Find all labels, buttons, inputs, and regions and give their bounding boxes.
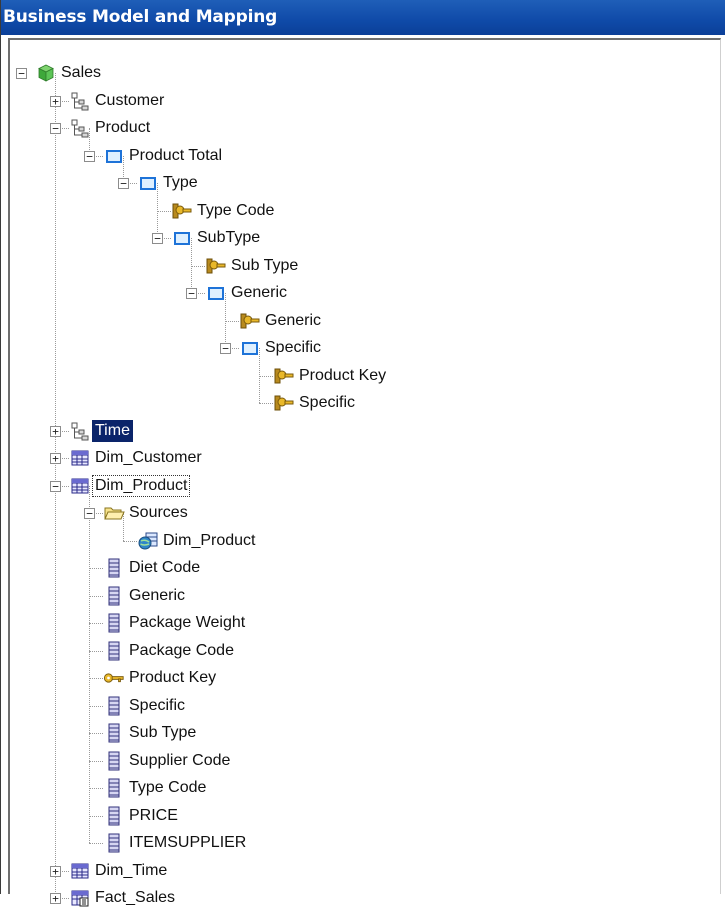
level-key-icon — [273, 392, 295, 414]
level-icon — [205, 282, 227, 304]
expand-toggle-icon[interactable]: + — [50, 865, 61, 877]
logical-table-source-icon — [137, 530, 159, 552]
business-model-window: Business Model and Mapping − Sales + Custom… — [0, 0, 725, 907]
tree-connector-line — [157, 210, 171, 212]
tree-node-label[interactable]: Specific — [126, 695, 188, 717]
expand-toggle-icon[interactable]: + — [50, 893, 61, 904]
tree-connector-line — [89, 623, 103, 624]
collapse-toggle-icon[interactable]: − — [50, 123, 61, 134]
logical-column-icon — [103, 695, 125, 717]
tree-node-label[interactable]: Product Key — [296, 365, 389, 387]
tree-node-label[interactable]: Type — [160, 172, 201, 194]
tree-node-label[interactable]: PRICE — [126, 805, 181, 827]
tree-connector-line — [89, 568, 103, 569]
collapse-toggle-icon[interactable]: − — [118, 178, 129, 189]
dimension-hierarchy-icon — [69, 420, 91, 442]
level-key-icon — [171, 200, 193, 222]
level-key-icon — [273, 365, 295, 387]
tree-connector-line — [89, 650, 103, 652]
tree-node-label[interactable]: Specific — [262, 337, 324, 359]
tree-connector-line — [259, 375, 273, 377]
logical-column-icon — [103, 805, 125, 827]
key-column-icon — [103, 667, 125, 689]
tree-connector-line — [123, 540, 137, 542]
dimension-hierarchy-icon — [69, 90, 91, 112]
tree-node-label[interactable]: Type Code — [194, 200, 277, 222]
tree-connector-line — [89, 705, 103, 707]
tree-node-label[interactable]: Specific — [296, 392, 358, 414]
collapse-toggle-icon[interactable]: − — [50, 480, 61, 492]
tree-connector-line — [89, 485, 90, 843]
level-icon — [103, 145, 125, 167]
collapse-toggle-icon[interactable]: − — [186, 288, 197, 299]
tree-node-label[interactable]: Sales — [58, 62, 104, 84]
tree-connector-line — [191, 265, 205, 267]
tree-node-label[interactable]: ITEMSUPPLIER — [126, 832, 249, 854]
tree-node-label[interactable]: Time — [92, 419, 133, 442]
tree-node-label[interactable]: Sources — [126, 502, 191, 524]
logical-column-icon — [103, 557, 125, 579]
folder-open-icon — [103, 502, 125, 524]
tree-node-label[interactable]: Package Code — [126, 640, 237, 662]
expand-toggle-icon[interactable]: + — [50, 95, 61, 107]
tree-node-label[interactable]: Type Code — [126, 777, 209, 799]
collapse-toggle-icon[interactable]: − — [152, 233, 163, 244]
tree-node-label[interactable]: Product Key — [126, 667, 219, 689]
tree-connector-line — [89, 815, 103, 817]
logical-column-icon — [103, 832, 125, 854]
logical-column-icon — [103, 777, 125, 799]
tree-node-label[interactable]: Generic — [262, 310, 324, 332]
logical-table-icon — [69, 475, 91, 497]
logical-table-icon — [69, 447, 91, 469]
tree-node-label[interactable]: Customer — [92, 90, 167, 112]
tree-node-label[interactable]: SubType — [194, 227, 263, 249]
tree-node-label[interactable]: Supplier Code — [126, 750, 233, 772]
tree-connector-line — [89, 843, 103, 844]
tree-node-label[interactable]: Package Weight — [126, 612, 248, 634]
tree-node-label[interactable]: Sub Type — [228, 255, 301, 277]
tree-node-label[interactable]: Diet Code — [126, 557, 203, 579]
tree-node-label[interactable]: Fact_Sales — [92, 887, 178, 909]
level-key-icon — [239, 310, 261, 332]
logical-column-icon — [103, 722, 125, 744]
tree-node-label[interactable]: Generic — [228, 282, 290, 304]
tree-node-label[interactable]: Dim_Time — [92, 860, 170, 882]
tree-node-label[interactable]: Generic — [126, 585, 188, 607]
tree-node-label[interactable]: Dim_Customer — [92, 447, 205, 469]
expand-toggle-icon[interactable]: + — [50, 425, 61, 437]
expand-toggle-icon[interactable]: + — [50, 453, 61, 464]
level-icon — [171, 227, 193, 249]
tree-connector-line — [225, 320, 239, 322]
logical-table-icon — [69, 860, 91, 882]
tree-connector-line — [259, 403, 273, 404]
tree-connector-line — [89, 595, 103, 597]
tree-node-label[interactable]: Sub Type — [126, 722, 199, 744]
business-model-cube-icon — [35, 62, 57, 84]
fact-table-icon — [69, 887, 91, 909]
level-key-icon — [205, 255, 227, 277]
logical-column-icon — [103, 640, 125, 662]
tree-connector-line — [89, 678, 103, 679]
dimension-hierarchy-icon — [69, 117, 91, 139]
tree-node-label[interactable]: Dim_Product — [160, 530, 258, 552]
business-model-tree: − Sales + Customer − Product − Product Total − Ty… — [1, 0, 725, 907]
logical-column-icon — [103, 612, 125, 634]
level-icon — [137, 172, 159, 194]
collapse-toggle-icon[interactable]: − — [84, 150, 95, 162]
tree-node-label[interactable]: Product — [92, 117, 153, 139]
collapse-toggle-icon[interactable]: − — [16, 68, 27, 79]
collapse-toggle-icon[interactable]: − — [84, 508, 95, 519]
logical-column-icon — [103, 585, 125, 607]
tree-node-label[interactable]: Product Total — [126, 145, 225, 167]
tree-connector-line — [89, 733, 103, 734]
tree-node-label[interactable]: Dim_Product — [92, 474, 191, 497]
collapse-toggle-icon[interactable]: − — [220, 343, 231, 354]
level-icon — [239, 337, 261, 359]
tree-connector-line — [89, 760, 103, 762]
logical-column-icon — [103, 750, 125, 772]
tree-connector-line — [89, 788, 103, 789]
